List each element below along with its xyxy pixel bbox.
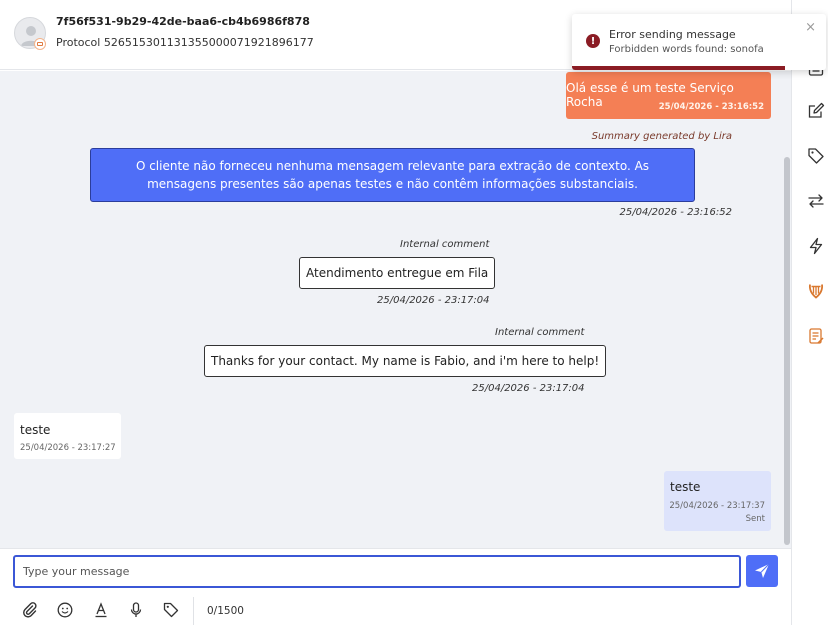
edit-button[interactable] (806, 101, 826, 121)
attach-button[interactable] (20, 600, 40, 620)
message-timestamp: 25/04/2026 - 23:17:37 (669, 501, 765, 511)
send-button[interactable] (746, 555, 778, 587)
channel-badge-icon (34, 38, 46, 50)
internal-comment-label: Internal comment (495, 327, 585, 338)
edit-icon (808, 102, 825, 118)
composer: 0/1500 (0, 548, 791, 625)
internal-comment-label: Internal comment (400, 239, 490, 250)
toast-title: Error sending message (609, 28, 736, 41)
message-timestamp: 25/04/2026 - 23:16:52 (658, 102, 764, 112)
contact-id: 7f56f531-9b29-42de-baa6-cb4b6986f878 (56, 15, 310, 28)
protocol-number: Protocol 526515301131355000071921896177 (56, 36, 314, 49)
internal-comment-message: Atendimento entregue em Fila (299, 257, 496, 289)
message-list-scrollbar[interactable] (783, 71, 791, 548)
emoji-button[interactable] (55, 600, 75, 620)
composer-divider (193, 597, 194, 625)
close-icon[interactable]: × (805, 20, 816, 35)
internal-comment-timestamp: 25/04/2026 - 23:17:04 (377, 295, 490, 306)
incoming-message: teste 25/04/2026 - 23:17:27 (14, 413, 121, 459)
text-format-icon (95, 602, 107, 618)
summary-label: Summary generated by Lira (591, 131, 732, 142)
scrollbar-thumb[interactable] (784, 157, 790, 545)
tag-button[interactable] (161, 600, 181, 620)
message-status: Sent (745, 514, 765, 524)
automation-button[interactable] (806, 236, 826, 256)
transfer-button[interactable] (806, 191, 826, 211)
text-format-button[interactable] (91, 600, 111, 620)
internal-comment-message: Thanks for your contact. My name is Fabi… (204, 345, 607, 377)
toast-progress-bar (572, 66, 786, 70)
lightning-icon (809, 237, 823, 255)
emoji-icon (57, 602, 73, 618)
message-input[interactable] (13, 555, 741, 588)
message-timestamp: 25/04/2026 - 23:17:27 (20, 443, 116, 453)
summary-timestamp: 25/04/2026 - 23:16:52 (619, 207, 732, 218)
lira-button[interactable] (806, 281, 826, 301)
transfer-icon (808, 194, 824, 208)
outgoing-message: Olá esse é um teste Serviço Rocha 25/04/… (566, 72, 771, 119)
tag-icon (163, 602, 179, 618)
tag-icon (808, 148, 824, 164)
script-button[interactable] (806, 326, 826, 346)
error-icon: ! (586, 34, 600, 48)
script-icon (809, 328, 824, 344)
character-counter: 0/1500 (207, 605, 244, 617)
outgoing-message: teste 25/04/2026 - 23:17:37 Sent (664, 471, 771, 531)
microphone-icon (130, 602, 142, 617)
lira-icon (808, 284, 824, 299)
summary-message: O cliente não forneceu nenhuma mensagem … (90, 148, 695, 202)
paperclip-icon (23, 602, 37, 618)
audio-record-button[interactable] (126, 600, 146, 620)
send-icon (755, 563, 770, 578)
right-toolbar (791, 0, 828, 625)
toast-message: Forbidden words found: sonofa (609, 44, 764, 55)
message-text: teste (20, 423, 51, 437)
internal-comment-timestamp: 25/04/2026 - 23:17:04 (472, 383, 585, 394)
tags-button[interactable] (806, 146, 826, 166)
message-text: teste (670, 480, 701, 494)
error-toast: ! Error sending message Forbidden words … (572, 14, 826, 70)
